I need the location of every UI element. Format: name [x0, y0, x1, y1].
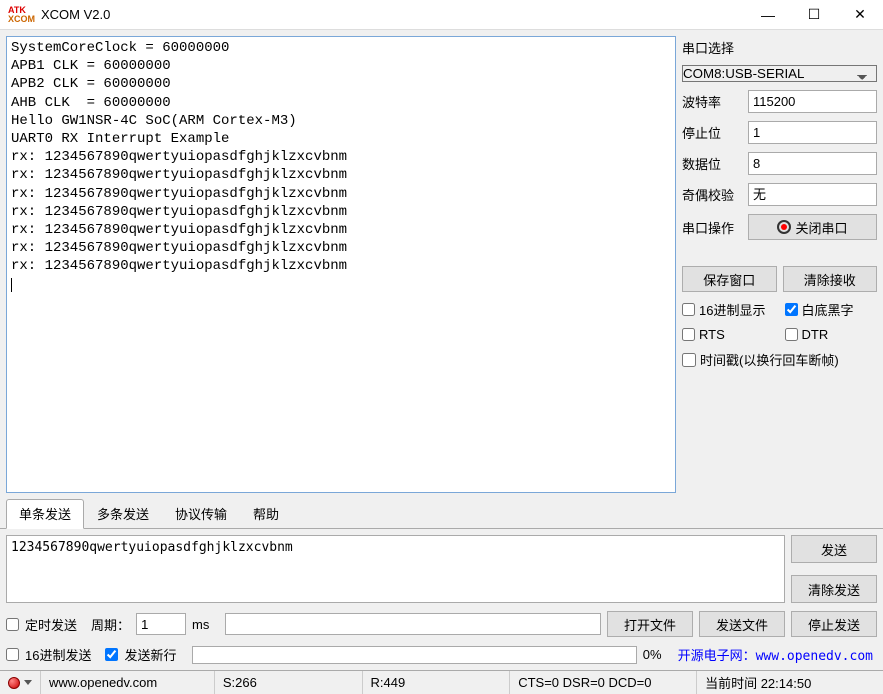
minimize-button[interactable]: —: [745, 0, 791, 30]
close-port-button[interactable]: 关闭串口: [748, 214, 877, 240]
hex-send-checkbox[interactable]: [6, 648, 19, 661]
send-button[interactable]: 发送: [791, 535, 877, 563]
send-newline-checkbox[interactable]: [105, 648, 118, 661]
send-file-button[interactable]: 发送文件: [699, 611, 785, 637]
file-path-input[interactable]: [225, 613, 601, 635]
baud-label: 波特率: [682, 92, 742, 111]
clear-send-button[interactable]: 清除发送: [791, 575, 877, 603]
progress-percent: 0%: [643, 647, 662, 662]
status-time: 当前时间 22:14:50: [697, 671, 883, 694]
tab-single-send[interactable]: 单条发送: [6, 499, 84, 529]
maximize-button[interactable]: ☐: [791, 0, 837, 30]
statusbar: www.openedv.com S:266 R:449 CTS=0 DSR=0 …: [0, 670, 883, 694]
save-window-button[interactable]: 保存窗口: [682, 266, 777, 292]
status-signals: CTS=0 DSR=0 DCD=0: [510, 671, 697, 694]
app-logo: ATKXCOM: [8, 6, 35, 22]
port-select-label: 串口选择: [682, 38, 877, 57]
status-icon: [8, 677, 20, 689]
dropdown-icon[interactable]: [24, 680, 32, 685]
parity-label: 奇偶校验: [682, 185, 742, 204]
status-sent: S:266: [215, 671, 363, 694]
website-link[interactable]: 开源电子网：www.openedv.com: [678, 645, 873, 664]
tab-help[interactable]: 帮助: [240, 499, 292, 528]
timestamp-checkbox[interactable]: [682, 353, 696, 367]
send-input[interactable]: [6, 535, 785, 603]
period-input[interactable]: [136, 613, 186, 635]
settings-sidebar: 串口选择 COM8:USB-SERIAL 波特率 115200 停止位 1 数据位 8…: [682, 36, 877, 493]
tab-multi-send[interactable]: 多条发送: [84, 499, 162, 528]
record-icon: [777, 220, 791, 234]
parity-select[interactable]: 无: [748, 183, 877, 206]
receive-area[interactable]: SystemCoreClock = 60000000 APB1 CLK = 60…: [6, 36, 676, 493]
progress-bar: [192, 646, 636, 664]
stopbit-select[interactable]: 1: [748, 121, 877, 144]
open-file-button[interactable]: 打开文件: [607, 611, 693, 637]
white-bg-checkbox[interactable]: [785, 303, 798, 316]
send-tabs: 单条发送 多条发送 协议传输 帮助: [0, 499, 883, 529]
clear-receive-button[interactable]: 清除接收: [783, 266, 878, 292]
databit-select[interactable]: 8: [748, 152, 877, 175]
dtr-checkbox[interactable]: [785, 328, 798, 341]
stop-send-button[interactable]: 停止发送: [791, 611, 877, 637]
status-url[interactable]: www.openedv.com: [41, 671, 215, 694]
databit-label: 数据位: [682, 154, 742, 173]
close-button[interactable]: ✕: [837, 0, 883, 30]
port-select[interactable]: COM8:USB-SERIAL: [682, 65, 877, 82]
titlebar: ATKXCOM XCOM V2.0 — ☐ ✕: [0, 0, 883, 30]
status-received: R:449: [363, 671, 511, 694]
tab-protocol[interactable]: 协议传输: [162, 499, 240, 528]
timed-send-checkbox[interactable]: [6, 618, 19, 631]
baud-select[interactable]: 115200: [748, 90, 877, 113]
port-op-label: 串口操作: [682, 218, 742, 237]
hex-display-checkbox[interactable]: [682, 303, 695, 316]
rts-checkbox[interactable]: [682, 328, 695, 341]
stopbit-label: 停止位: [682, 123, 742, 142]
window-title: XCOM V2.0: [41, 7, 110, 22]
